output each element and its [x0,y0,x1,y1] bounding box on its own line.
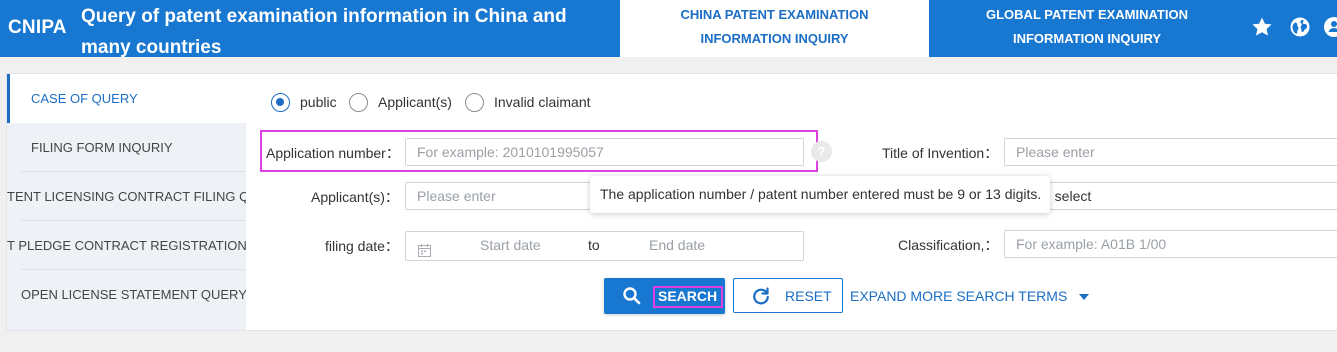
title-of-invention-input[interactable]: Please enter [1004,138,1337,166]
search-icon [622,286,642,309]
expand-more-search-terms[interactable]: EXPAND MORE SEARCH TERMS [850,288,1090,304]
cnipa-logo[interactable]: CNIPA [8,17,67,39]
radio-circle[interactable] [271,92,290,112]
radio-circle[interactable] [465,92,484,112]
reset-button-label: RESET [785,288,832,304]
sidebar-item-label: OPEN LICENSE STATEMENT QUERY [21,287,246,302]
classification-label: Classification,： [898,237,999,253]
tab-label-line2: INFORMATION INQUIRY [1012,31,1162,46]
tab-label-line1: CHINA PATENT EXAMINATION [680,7,869,22]
date-range-separator: to [588,237,600,253]
sidebar-item-label: TENT LICENSING CONTRACT FILING Q [7,189,246,204]
radio-label: Invalid claimant [494,94,591,110]
sidebar-item-label: CASE OF QUERY [31,91,138,106]
search-button[interactable]: SEARCH [604,278,725,314]
filing-date-label: filing date： [325,238,399,254]
calendar-icon [418,239,431,260]
radio-applicant[interactable]: Applicant(s) [349,92,452,112]
sidebar-item-label: T PLEDGE CONTRACT REGISTRATION [7,238,246,253]
select-dropdown[interactable]: e select [1004,182,1337,210]
radio-invalid-claimant[interactable]: Invalid claimant [465,92,591,112]
tab-global-patent-inquiry[interactable]: GLOBAL PATENT EXAMINATION INFORMATION IN… [929,0,1245,57]
caret-down-icon [1079,294,1090,301]
refresh-icon [751,286,771,309]
application-number-label: Application number： [266,145,400,161]
star-icon[interactable] [1250,15,1274,39]
reset-button[interactable]: RESET [733,278,843,313]
app-title: Query of patent examination information … [81,6,567,58]
sidebar-item-open-license-statement-query[interactable]: OPEN LICENSE STATEMENT QUERY [7,270,246,319]
expand-label: EXPAND MORE SEARCH TERMS [850,288,1068,304]
sidebar-item-label: FILING FORM INQURIY [31,140,173,155]
help-icon[interactable]: ? [811,141,832,162]
tab-china-patent-inquiry[interactable]: CHINA PATENT EXAMINATION INFORMATION INQ… [620,0,929,57]
sidebar: CASE OF QUERY FILING FORM INQURIY TENT L… [7,74,246,330]
radio-public[interactable]: public [271,92,337,112]
end-date-input[interactable]: End date [649,232,705,258]
title-of-invention-label: Title of Invention： [882,145,999,161]
sidebar-item-filing-form-inquiry[interactable]: FILING FORM INQURIY [7,123,246,172]
start-date-input[interactable]: Start date [480,232,541,258]
application-number-input[interactable]: For example: 2010101995057 [405,138,804,166]
radio-circle[interactable] [349,92,368,112]
application-number-tooltip: The application number / patent number e… [590,176,1050,213]
applicant-input[interactable]: Please enter [405,182,600,210]
sidebar-item-case-of-query[interactable]: CASE OF QUERY [7,74,246,123]
top-header: CNIPA Query of patent examination inform… [0,0,1337,58]
sidebar-item-patent-licensing-contract-filing[interactable]: TENT LICENSING CONTRACT FILING Q [7,172,246,221]
search-button-label: SEARCH [653,286,723,308]
tab-label-line1: GLOBAL PATENT EXAMINATION [986,7,1188,22]
classification-input[interactable]: For example: A01B 1/00 [1004,230,1337,258]
applicant-label: Applicant(s)： [311,189,399,205]
globe-icon[interactable] [1288,15,1312,39]
tab-label-line2: INFORMATION INQUIRY [700,31,849,46]
user-icon[interactable] [1322,15,1337,39]
filing-date-range-input[interactable]: Start date to End date [405,231,804,261]
radio-label: public [300,94,337,110]
sidebar-item-pledge-contract-registration[interactable]: T PLEDGE CONTRACT REGISTRATION [7,221,246,270]
radio-label: Applicant(s) [378,94,452,110]
